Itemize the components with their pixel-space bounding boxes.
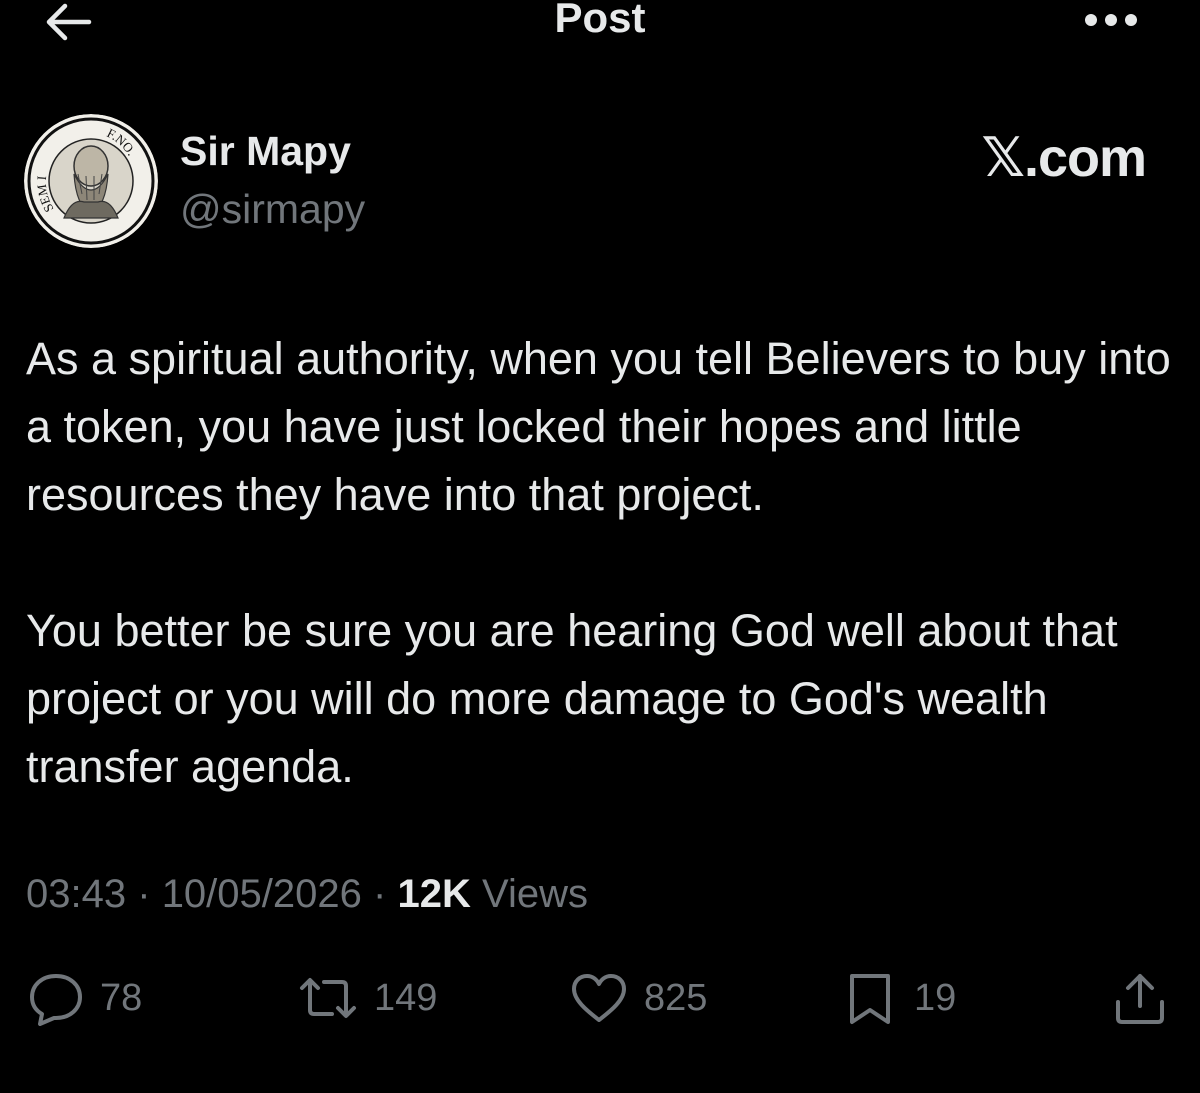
share-button[interactable]: [1110, 960, 1170, 1036]
reply-button[interactable]: 78: [26, 960, 142, 1036]
bookmark-button[interactable]: 19: [840, 960, 956, 1036]
like-button[interactable]: 825: [568, 960, 707, 1036]
reply-count: 78: [100, 976, 143, 1019]
like-icon: [568, 970, 630, 1026]
watermark: 𝕏.com: [981, 128, 1147, 188]
author-display-name[interactable]: Sir Mapy: [180, 128, 351, 175]
avatar[interactable]: SEM I F.NO.: [24, 114, 158, 248]
like-count: 825: [644, 976, 708, 1019]
post-paragraph: As a spiritual authority, when you tell …: [26, 333, 1171, 520]
bookmark-count: 19: [914, 976, 957, 1019]
page-title: Post: [554, 0, 646, 41]
post-time[interactable]: 03:43: [26, 872, 126, 916]
repost-count: 149: [374, 976, 438, 1019]
top-bar: Post: [0, 0, 1200, 50]
post-paragraph: You better be sure you are hearing God w…: [26, 605, 1118, 792]
more-options-button[interactable]: [1076, 0, 1146, 40]
views-count: 12K: [397, 872, 471, 916]
meta-separator: ·: [137, 872, 151, 916]
author-handle[interactable]: @sirmapy: [180, 186, 365, 233]
repost-button[interactable]: 149: [296, 960, 437, 1036]
post-text: As a spiritual authority, when you tell …: [26, 325, 1176, 801]
post-meta: 03:43 · 10/05/2026 · 12K Views: [26, 872, 588, 917]
share-icon: [1110, 968, 1170, 1028]
reply-icon: [26, 970, 86, 1026]
action-bar: 78 149 825 19: [0, 960, 1200, 1036]
meta-separator: ·: [373, 872, 387, 916]
views-label: Views: [481, 872, 588, 916]
post-date[interactable]: 10/05/2026: [162, 872, 362, 916]
repost-icon: [296, 970, 360, 1026]
bookmark-icon: [840, 970, 900, 1026]
more-icon: [1083, 12, 1139, 28]
